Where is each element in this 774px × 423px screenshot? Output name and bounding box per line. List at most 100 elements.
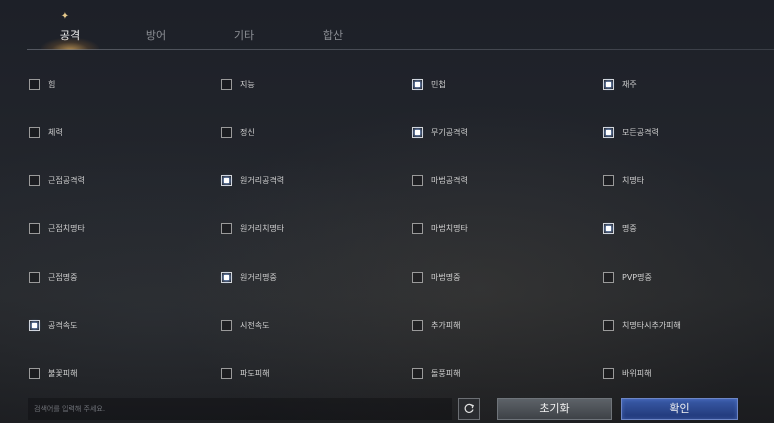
option-item[interactable]: 마법공격력 (412, 171, 468, 191)
tab-etc[interactable]: 기타 (209, 22, 279, 50)
option-label: 바위피해 (622, 369, 652, 379)
option-label: 재주 (622, 79, 637, 89)
tab-attack[interactable]: 공격 (35, 22, 105, 50)
option-checkbox[interactable] (603, 78, 614, 90)
option-item[interactable]: 시전속도 (221, 316, 269, 336)
checkmark-icon (415, 81, 420, 87)
option-checkbox[interactable] (29, 368, 40, 380)
initialize-button[interactable]: 초기화 (497, 398, 612, 420)
option-item[interactable]: 치명타 (603, 171, 644, 191)
option-checkbox[interactable] (221, 320, 232, 331)
option-item[interactable]: 추가피해 (412, 316, 460, 336)
refresh-icon (464, 403, 474, 413)
option-label: 마법공격력 (431, 176, 468, 186)
option-item[interactable]: 치명타시추가피해 (603, 316, 681, 336)
option-checkbox[interactable] (221, 368, 232, 380)
option-checkbox[interactable] (29, 223, 40, 235)
option-label: 민첩 (431, 79, 446, 89)
checkmark-icon (606, 226, 611, 232)
option-checkbox[interactable] (29, 320, 40, 331)
option-item[interactable]: 힘 (29, 74, 55, 94)
option-checkbox[interactable] (221, 126, 232, 138)
option-item[interactable]: 근접치명타 (29, 219, 85, 239)
option-checkbox[interactable] (412, 78, 423, 90)
checkmark-icon (224, 274, 229, 280)
option-label: 원거리치명타 (240, 224, 285, 234)
option-item[interactable]: 근접명중 (29, 267, 77, 287)
option-item[interactable]: 원거리명중 (221, 267, 277, 287)
option-checkbox[interactable] (29, 78, 40, 90)
option-checkbox[interactable] (603, 126, 614, 138)
option-grid: 힘 지능 민첩 재주 체력 정신 무기공격력 모든공격력 근접공격력 원거리공격력 마법공격력 치명타… (0, 50, 774, 395)
option-item[interactable]: 명중 (603, 219, 637, 239)
option-label: 돌풍피해 (431, 369, 461, 379)
option-checkbox[interactable] (29, 271, 40, 283)
option-checkbox[interactable] (29, 126, 40, 138)
option-checkbox[interactable] (603, 271, 614, 283)
option-label: 추가피해 (431, 321, 461, 330)
option-checkbox[interactable] (412, 320, 423, 331)
option-checkbox[interactable] (221, 223, 232, 235)
option-checkbox[interactable] (603, 175, 614, 187)
search-input[interactable] (28, 398, 452, 420)
option-checkbox[interactable] (221, 78, 232, 90)
option-checkbox[interactable] (29, 175, 40, 187)
option-label: 파도피해 (240, 369, 270, 379)
option-item[interactable]: 원거리공격력 (221, 171, 284, 191)
option-item[interactable]: 돌풍피해 (412, 364, 460, 384)
option-item[interactable]: 마법치명타 (412, 219, 468, 239)
confirm-button[interactable]: 확인 (621, 398, 738, 420)
option-label: 체력 (48, 127, 63, 137)
option-item[interactable]: 재주 (603, 74, 637, 94)
tab-total[interactable]: 합산 (298, 22, 368, 50)
tab-defense[interactable]: 방어 (121, 22, 191, 50)
option-label: 불꽃피해 (48, 369, 78, 379)
option-checkbox[interactable] (412, 368, 423, 380)
option-item[interactable]: 체력 (29, 122, 63, 142)
option-checkbox[interactable] (603, 368, 614, 380)
checkmark-icon (32, 323, 37, 328)
option-label: 치명타시추가피해 (622, 321, 681, 330)
option-item[interactable]: 불꽃피해 (29, 364, 77, 384)
option-item[interactable]: 파도피해 (221, 364, 269, 384)
option-item[interactable]: 근접공격력 (29, 171, 85, 191)
option-label: 시전속도 (240, 321, 270, 330)
option-checkbox[interactable] (603, 320, 614, 331)
option-item[interactable]: 민첩 (412, 74, 446, 94)
option-label: 원거리명중 (240, 272, 277, 282)
option-item[interactable]: 공격속도 (29, 316, 77, 336)
checkmark-icon (606, 81, 611, 87)
reset-search-button[interactable] (458, 398, 480, 420)
option-item[interactable]: PVP명중 (603, 267, 652, 287)
option-checkbox[interactable] (412, 271, 423, 283)
option-checkbox[interactable] (412, 175, 423, 187)
checkmark-icon (224, 178, 229, 184)
option-checkbox[interactable] (221, 175, 232, 187)
option-label: 명중 (622, 224, 637, 234)
option-label: 무기공격력 (431, 127, 468, 137)
checkmark-icon (415, 129, 420, 135)
star-ornament-icon: ✦ (60, 11, 70, 22)
option-item[interactable]: 지능 (221, 74, 255, 94)
option-checkbox[interactable] (412, 223, 423, 235)
option-item[interactable]: 원거리치명타 (221, 219, 284, 239)
option-item[interactable]: 무기공격력 (412, 122, 468, 142)
option-label: 정신 (240, 127, 255, 137)
option-label: 공격속도 (48, 321, 78, 330)
option-item[interactable]: 마법명중 (412, 267, 460, 287)
option-item[interactable]: 모든공격력 (603, 122, 659, 142)
option-label: 근접명중 (48, 272, 78, 282)
option-label: 치명타 (622, 176, 645, 186)
option-item[interactable]: 바위피해 (603, 364, 651, 384)
tab-bar: ✦ 공격 방어 기타 합산 (0, 0, 774, 50)
option-item[interactable]: 정신 (221, 122, 255, 142)
checkmark-icon (606, 129, 611, 135)
option-label: 힘 (48, 79, 56, 89)
option-checkbox[interactable] (603, 223, 614, 235)
option-checkbox[interactable] (412, 126, 423, 138)
option-label: PVP명중 (622, 272, 652, 282)
option-label: 원거리공격력 (240, 176, 285, 186)
option-checkbox[interactable] (221, 271, 232, 283)
option-label: 마법치명타 (431, 224, 468, 234)
option-label: 근접공격력 (48, 176, 85, 186)
